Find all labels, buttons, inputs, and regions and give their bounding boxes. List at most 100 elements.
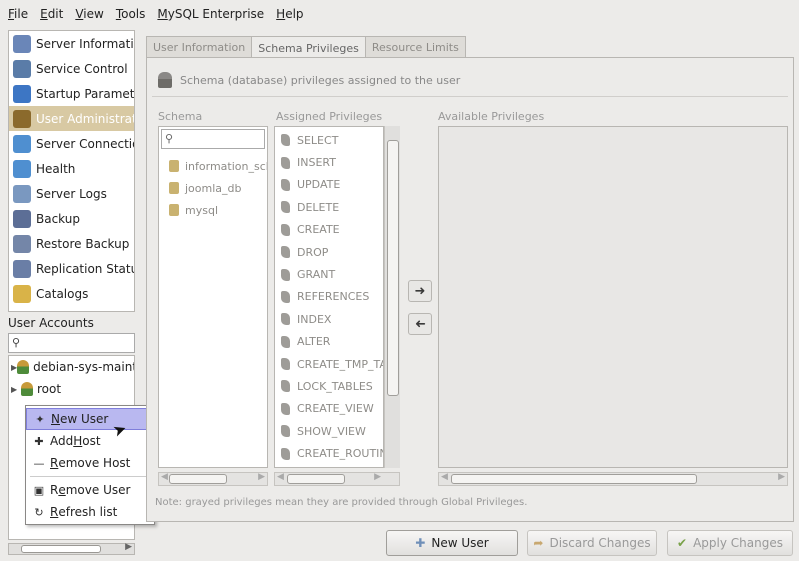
privilege-item[interactable]: INDEX <box>275 308 383 330</box>
tab-resource-limits[interactable]: Resource Limits <box>364 36 466 58</box>
available-privileges-list[interactable] <box>438 126 788 468</box>
assigned-privileges-list[interactable]: SELECT INSERT UPDATE DELETE CREATE DROP GRANT R… <box>274 126 384 468</box>
remove-user-icon: ▣ <box>33 483 45 497</box>
user-row[interactable]: ▶ root <box>9 378 134 400</box>
privilege-name: CREATE_TMP_TABLE <box>297 357 383 371</box>
privilege-name: INDEX <box>297 312 332 326</box>
privilege-icon <box>281 313 290 326</box>
scroll-thumb[interactable] <box>169 474 227 484</box>
refresh-list-item[interactable]: ↻ Refresh list <box>26 501 154 523</box>
privilege-item[interactable]: DELETE <box>275 196 383 218</box>
schema-item[interactable]: information_schema <box>159 155 267 177</box>
privilege-name: LOCK_TABLES <box>297 379 373 393</box>
privilege-icon <box>281 380 290 393</box>
privilege-item[interactable]: CREATE_TMP_TABLE <box>275 353 383 375</box>
sidebar-item-server-logs[interactable]: Server Logs <box>9 181 134 206</box>
checkmark-icon: ✔ <box>677 536 688 550</box>
scroll-thumb[interactable] <box>451 474 697 484</box>
catalogs-icon <box>13 284 31 303</box>
scroll-left-icon[interactable]: ◀ <box>277 472 284 482</box>
remove-host-item[interactable]: — Remove Host <box>26 452 154 474</box>
sidebar-item-catalogs[interactable]: Catalogs <box>9 281 134 306</box>
privilege-item[interactable]: INSERT <box>275 151 383 173</box>
user-list-hscrollbar[interactable]: ▶ <box>8 542 135 555</box>
label-mnemonic: E <box>40 7 48 21</box>
search-icon: ⚲ <box>12 336 21 349</box>
scroll-right-icon[interactable]: ▶ <box>778 472 785 482</box>
remove-privilege-button[interactable]: ➜ <box>408 313 432 335</box>
new-user-item[interactable]: ✦ New User <box>26 408 154 430</box>
schema-hscrollbar[interactable]: ◀ ▶ <box>158 472 268 486</box>
label-mnemonic: H <box>276 7 286 21</box>
scroll-right-icon[interactable]: ▶ <box>258 472 265 482</box>
privilege-item[interactable]: REFERENCES <box>275 286 383 308</box>
user-search-input[interactable]: ⚲ <box>8 333 135 353</box>
sidebar-item-label: Service Control <box>36 61 128 76</box>
label-suffix: ile <box>14 7 29 21</box>
privilege-name: ALTER <box>297 335 331 349</box>
scroll-right-icon[interactable]: ▶ <box>374 472 381 482</box>
sidebar-item-restore-backup[interactable]: Restore Backup <box>9 231 134 256</box>
sidebar-item-replication-status[interactable]: Replication Status <box>9 256 134 281</box>
privilege-item[interactable]: GRANT <box>275 263 383 285</box>
scroll-left-icon[interactable]: ◀ <box>441 472 448 482</box>
label-mnemonic: e <box>58 483 66 497</box>
remove-user-item[interactable]: ▣ Re move User <box>26 479 154 501</box>
label-prefix: R <box>50 483 59 497</box>
scroll-left-icon[interactable]: ◀ <box>161 472 168 482</box>
sidebar-item-health[interactable]: Health <box>9 156 134 181</box>
refresh-list-icon: ↻ <box>34 505 44 519</box>
schema-item[interactable]: mysql <box>159 199 267 221</box>
available-hscrollbar[interactable]: ◀ ▶ <box>438 472 788 486</box>
privileges-hscrollbar[interactable]: ◀ ▶ <box>274 472 400 486</box>
menu-item-mysql-enterprise[interactable]: MySQL Enterprise <box>157 7 264 21</box>
apply-changes-button[interactable]: ✔ Apply Changes <box>667 530 793 556</box>
tab-user-information[interactable]: User Information <box>146 36 253 58</box>
add-privilege-button[interactable]: ➜ <box>408 280 432 302</box>
sidebar-item-label: Restore Backup <box>36 236 130 251</box>
privileges-vscrollbar[interactable] <box>384 126 400 468</box>
discard-icon: ➦ <box>533 536 544 550</box>
tab-bar: User Information Schema Privileges Resourc… <box>146 36 466 59</box>
schema-list[interactable]: ⚲ information_schema joomla_dbmysql <box>158 126 268 468</box>
sidebar-item-user-administration[interactable]: User Administration <box>9 106 134 131</box>
scroll-thumb[interactable] <box>21 545 101 553</box>
tab-schema-privileges[interactable]: Schema Privileges <box>251 36 366 59</box>
schema-search-input[interactable]: ⚲ <box>161 129 265 149</box>
available-privileges-label: Available Privileges <box>438 110 545 123</box>
privilege-name: SHOW_VIEW <box>297 424 366 438</box>
scroll-thumb[interactable] <box>287 474 345 484</box>
privilege-item[interactable]: CREATE_ROUTINE <box>275 442 383 464</box>
privilege-item[interactable]: DROP <box>275 241 383 263</box>
sidebar-item-server-connections[interactable]: Server Connections <box>9 131 134 156</box>
menu-item-tools[interactable]: Tools <box>116 7 146 21</box>
scroll-right-icon[interactable]: ▶ <box>125 542 132 552</box>
scroll-thumb[interactable] <box>387 140 399 396</box>
user-row[interactable]: ▶ debian-sys-maint <box>9 356 134 378</box>
menu-item-edit[interactable]: Edit <box>40 7 63 21</box>
privilege-item[interactable]: CREATE <box>275 219 383 241</box>
connections-icon <box>13 134 31 153</box>
privilege-item[interactable]: LOCK_TABLES <box>275 375 383 397</box>
privilege-item[interactable]: SHOW_VIEW <box>275 420 383 442</box>
sidebar-item-service-control[interactable]: Service Control <box>9 56 134 81</box>
privilege-item[interactable]: CREATE_VIEW <box>275 398 383 420</box>
add-host-item[interactable]: ✚ Add Host <box>26 430 154 452</box>
expand-triangle-icon[interactable]: ▶ <box>11 385 21 394</box>
database-icon <box>169 160 179 172</box>
privilege-item[interactable]: SELECT <box>275 129 383 151</box>
discard-changes-button[interactable]: ➦ Discard Changes <box>527 530 657 556</box>
schema-item[interactable]: joomla_db <box>159 177 267 199</box>
label-mnemonic: H <box>73 434 83 448</box>
sidebar-item-backup[interactable]: Backup <box>9 206 134 231</box>
menu-item-file[interactable]: File <box>8 7 28 21</box>
privilege-item[interactable]: UPDATE <box>275 174 383 196</box>
privilege-icon <box>281 134 290 147</box>
new-user-button[interactable]: ✚ New User <box>386 530 518 556</box>
sidebar-item-server-information[interactable]: Server Information <box>9 31 134 56</box>
sidebar-item-startup-parameters[interactable]: Startup Parameters <box>9 81 134 106</box>
menu-item-view[interactable]: View <box>75 7 103 21</box>
menu-item-help[interactable]: Help <box>276 7 303 21</box>
sidebar-item-label: Backup <box>36 211 80 226</box>
privilege-item[interactable]: ALTER <box>275 331 383 353</box>
